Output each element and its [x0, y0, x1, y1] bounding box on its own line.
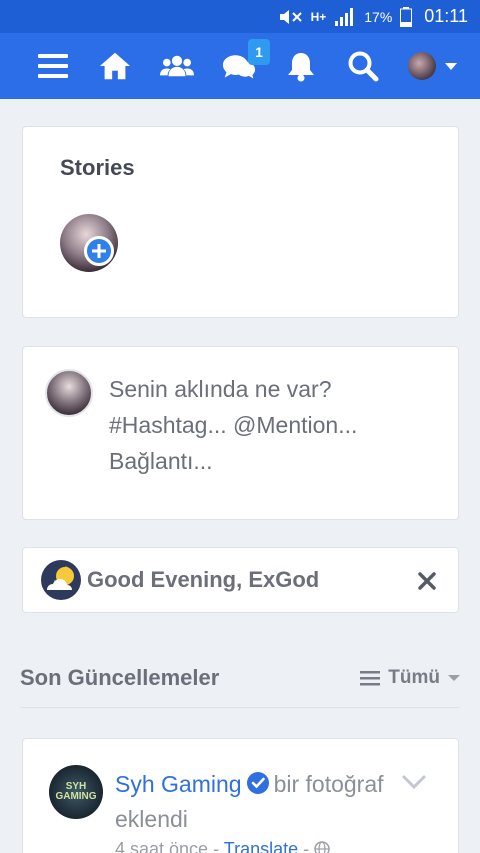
stories-card: Stories	[22, 126, 459, 318]
home-button[interactable]	[98, 49, 132, 83]
mute-icon	[279, 9, 302, 24]
post-author-avatar[interactable]: SYH GAMING	[49, 765, 103, 819]
search-icon	[348, 51, 379, 82]
clock: 01:11	[424, 6, 468, 26]
battery-icon	[400, 6, 413, 27]
moon-cloud-icon	[41, 560, 81, 600]
globe-icon	[314, 841, 330, 853]
post-meta: 4 saat önce - Translate -	[115, 839, 330, 853]
post-card: SYH GAMING Syh Gaming bir fotoğraf eklen…	[22, 738, 459, 853]
hamburger-icon	[38, 54, 68, 78]
caret-down-icon	[445, 63, 457, 70]
plus-icon	[92, 244, 106, 258]
greeting-banner: Good Evening, ExGod	[22, 547, 459, 613]
search-button[interactable]	[346, 49, 380, 83]
messages-button[interactable]: 1	[222, 39, 270, 83]
bell-icon	[288, 53, 314, 82]
home-icon	[99, 52, 131, 80]
messages-badge: 1	[248, 39, 270, 65]
network-type: H+	[310, 9, 327, 24]
post-header: Syh Gaming bir fotoğraf eklendi	[115, 767, 405, 837]
feed-filter-dropdown[interactable]: Tümü	[360, 667, 460, 689]
avatar	[45, 369, 93, 417]
verified-icon	[246, 772, 269, 794]
close-icon[interactable]	[416, 570, 438, 592]
battery-percent: 17%	[364, 8, 393, 25]
post-time[interactable]: 4 saat önce	[115, 839, 208, 853]
filter-label: Tümü	[388, 666, 440, 688]
avatar-logo-text: SYH GAMING	[55, 781, 97, 802]
greeting-text: Good Evening, ExGod	[87, 567, 320, 592]
list-icon	[360, 670, 381, 685]
users-icon	[160, 55, 194, 77]
composer-input[interactable]: Senin aklında ne var? #Hashtag... @Menti…	[109, 371, 429, 479]
add-story-button[interactable]	[84, 236, 114, 266]
translate-link[interactable]: Translate	[224, 839, 298, 853]
stories-title: Stories	[60, 155, 135, 180]
feed-title: Son Güncellemeler	[20, 664, 220, 690]
post-author-link[interactable]: Syh Gaming	[115, 771, 242, 797]
friends-button[interactable]	[160, 49, 194, 83]
profile-menu[interactable]	[408, 52, 458, 80]
avatar	[408, 52, 436, 80]
signal-icon	[335, 7, 354, 26]
caret-down-icon	[448, 674, 460, 681]
notifications-button[interactable]	[284, 49, 318, 83]
top-navbar: 1	[0, 33, 480, 99]
chevron-down-icon[interactable]	[402, 775, 426, 789]
status-bar: H+ 17% 01:11	[0, 0, 480, 33]
feed-header: Son Güncellemeler Tümü	[20, 648, 460, 708]
post-composer[interactable]: Senin aklında ne var? #Hashtag... @Menti…	[22, 346, 459, 520]
menu-button[interactable]	[36, 49, 70, 83]
